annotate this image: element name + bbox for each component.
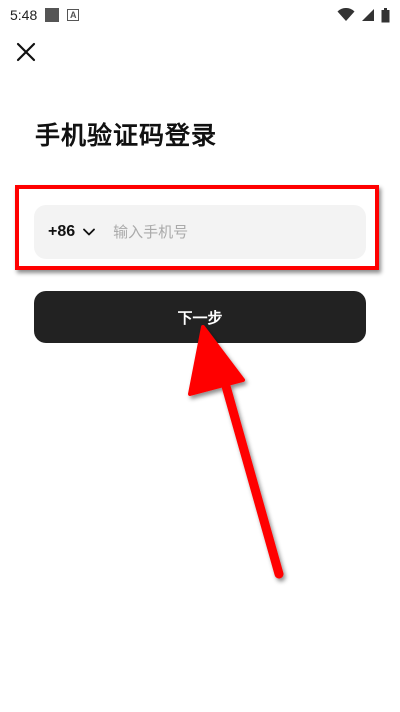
signal-icon bbox=[362, 9, 374, 21]
status-left: 5:48 A bbox=[10, 7, 80, 23]
country-code-label: +86 bbox=[48, 223, 76, 240]
status-bar: 5:48 A bbox=[0, 0, 400, 30]
annotation-arrow bbox=[188, 325, 284, 579]
a-notification-icon: A bbox=[67, 9, 80, 21]
phone-number-input[interactable] bbox=[111, 222, 352, 242]
status-right bbox=[337, 7, 390, 23]
country-code-selector[interactable]: +86 bbox=[48, 223, 96, 241]
status-time: 5:48 bbox=[10, 7, 38, 23]
close-icon bbox=[16, 42, 36, 62]
chevron-down-icon bbox=[83, 228, 96, 236]
page-title: 手机验证码登录 bbox=[35, 121, 218, 150]
wifi-icon bbox=[337, 8, 355, 21]
phone-input-row: +86 bbox=[34, 205, 366, 259]
close-button[interactable] bbox=[12, 38, 40, 66]
battery-icon bbox=[381, 7, 390, 22]
next-button[interactable]: 下一步 bbox=[34, 291, 366, 343]
square-notification-icon bbox=[45, 8, 60, 22]
